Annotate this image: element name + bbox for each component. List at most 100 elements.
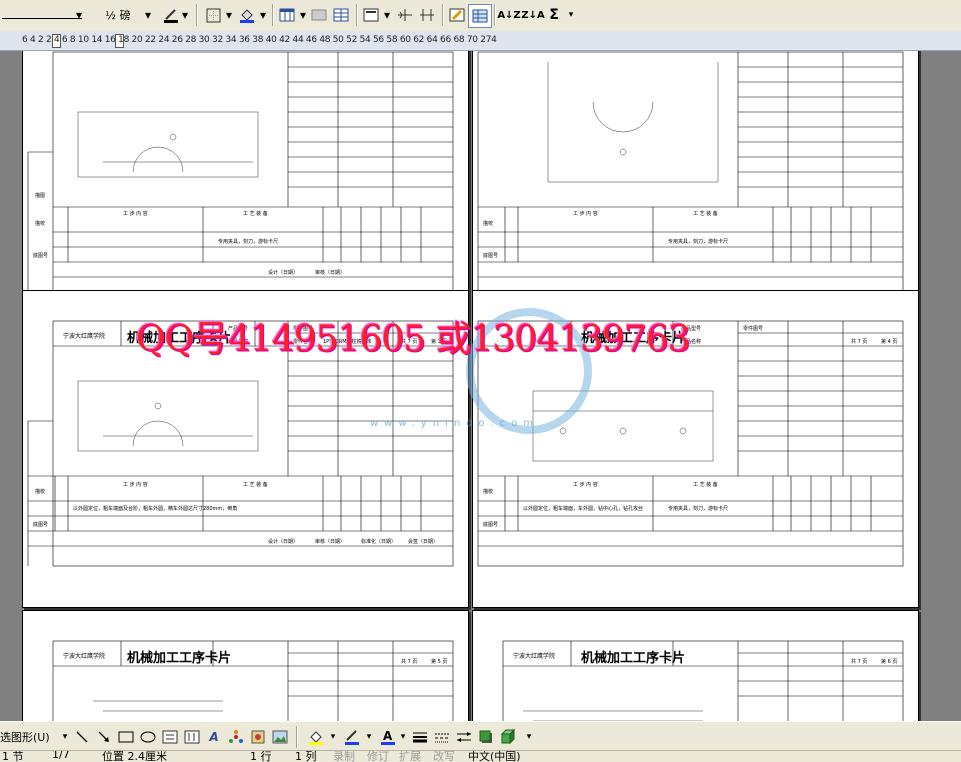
step-content-header: 工 步 内 容 bbox=[123, 482, 148, 488]
dash-style-icon[interactable] bbox=[432, 726, 452, 748]
chevron-down-icon[interactable]: ▾ bbox=[142, 4, 154, 26]
shadow-icon bbox=[479, 730, 492, 743]
bottom-no-label: 底图号 bbox=[483, 522, 499, 528]
svg-text:A: A bbox=[383, 729, 393, 743]
clip-art-icon[interactable] bbox=[248, 726, 268, 748]
pen-color-icon[interactable] bbox=[160, 4, 182, 26]
school-name: 宁波大红鹰学院 bbox=[513, 653, 556, 660]
toolbar-separator bbox=[296, 726, 298, 748]
wordart-icon[interactable]: A bbox=[204, 726, 224, 748]
chevron-down-icon[interactable]: ▾ bbox=[60, 726, 70, 748]
equipment-header: 工 艺 装 备 bbox=[243, 482, 268, 488]
show-gridlines-icon[interactable] bbox=[468, 4, 492, 28]
autoshapes-menu[interactable]: 选图形(U) bbox=[0, 726, 62, 748]
oval-tool-icon[interactable] bbox=[138, 726, 158, 748]
table-autoformat-icon[interactable] bbox=[446, 4, 468, 26]
diagram-icon[interactable] bbox=[226, 726, 246, 748]
merge-cells-icon[interactable] bbox=[308, 4, 330, 26]
columns-icon bbox=[420, 9, 434, 21]
tools-value: 专用夹具，刻刀，游标卡尺 bbox=[668, 239, 729, 245]
toolbar-options-icon[interactable]: ▾ bbox=[524, 726, 534, 748]
formatting-toolbar: ▾ ½ 磅 ▾ ▾ ▾ ▾ ▾ ▾ A↓Z Z↓A Σ ▾ bbox=[0, 0, 961, 32]
insert-picture-icon[interactable] bbox=[270, 726, 290, 748]
rectangle-tool-icon[interactable] bbox=[116, 726, 136, 748]
chevron-down-icon[interactable]: ▾ bbox=[398, 726, 408, 748]
school-name: 宁波大红鹰学院 bbox=[63, 333, 106, 340]
part-drawing-label: 零件图号 bbox=[743, 326, 764, 332]
chevron-down-icon[interactable]: ▾ bbox=[364, 726, 374, 748]
page-number: 第 6 页 bbox=[881, 659, 898, 665]
shadow-style-icon[interactable] bbox=[476, 726, 496, 748]
design-label: 设计（日期） bbox=[268, 270, 299, 276]
textbox-icon bbox=[162, 730, 178, 744]
horizontal-ruler[interactable]: 6 4 2 2 4 6 8 10 14 16 18 20 22 24 26 28… bbox=[0, 31, 961, 51]
sort-descending-icon[interactable]: Z↓A bbox=[521, 4, 544, 26]
toolbar-options-icon[interactable]: ▾ bbox=[566, 4, 576, 26]
line-color-icon[interactable] bbox=[340, 726, 364, 748]
status-language: 中文(中国) bbox=[468, 750, 521, 762]
toolbar-separator bbox=[442, 4, 444, 26]
split-cells-icon[interactable] bbox=[330, 4, 352, 26]
page-number: 第 4 页 bbox=[881, 339, 898, 345]
trace-check-label: 描校 bbox=[35, 489, 46, 495]
borders-icon[interactable] bbox=[202, 4, 224, 26]
status-extend[interactable]: 扩展 bbox=[399, 751, 421, 762]
page-5[interactable]: 宁波大红鹰学院 机械加工工序卡片 共 7 页 第 5 页 bbox=[22, 610, 469, 721]
toolbar-separator bbox=[356, 4, 358, 26]
text-box-icon[interactable] bbox=[160, 726, 180, 748]
insert-table-icon[interactable] bbox=[276, 4, 298, 26]
table-icon bbox=[279, 8, 295, 22]
autosum-icon[interactable]: Σ bbox=[544, 4, 564, 26]
chevron-down-icon[interactable]: ▾ bbox=[328, 726, 338, 748]
review-label: 审核（日期） bbox=[315, 270, 346, 276]
step-content-value: 以外圆定位，粗车端面，车外圆，钻中心孔，钻孔攻丝 bbox=[523, 506, 644, 512]
chevron-down-icon[interactable]: ▾ bbox=[298, 4, 308, 26]
distribute-columns-icon[interactable] bbox=[416, 4, 438, 26]
card-title: 机械加工工序卡片 bbox=[127, 651, 232, 666]
status-record[interactable]: 录制 bbox=[333, 751, 355, 762]
line-tool-icon[interactable] bbox=[72, 726, 92, 748]
cell-align-icon bbox=[363, 8, 379, 22]
bottom-no-label: 底图号 bbox=[33, 253, 49, 259]
dash-icon bbox=[435, 733, 449, 743]
card-title: 机械加工工序卡片 bbox=[581, 651, 686, 666]
countersign-label: 会签（日期） bbox=[408, 539, 439, 545]
cube-icon bbox=[500, 729, 516, 745]
status-column: 1 列 bbox=[295, 750, 317, 762]
chevron-down-icon[interactable]: ▾ bbox=[74, 4, 84, 26]
align-icon[interactable] bbox=[360, 4, 382, 26]
3d-style-icon[interactable] bbox=[498, 726, 518, 748]
trace-check-label: 描校 bbox=[35, 221, 46, 227]
chevron-down-icon[interactable]: ▾ bbox=[180, 4, 190, 26]
shading-color-icon[interactable] bbox=[236, 4, 258, 26]
status-track-changes[interactable]: 修订 bbox=[367, 751, 389, 762]
chevron-down-icon[interactable]: ▾ bbox=[382, 4, 392, 26]
review-label: 审核（日期） bbox=[315, 539, 346, 545]
arrows-icon bbox=[457, 732, 471, 742]
picture-icon bbox=[272, 730, 288, 744]
arrow-tool-icon[interactable] bbox=[94, 726, 114, 748]
status-overtype[interactable]: 改写 bbox=[433, 751, 455, 762]
line-style-icon[interactable] bbox=[410, 726, 430, 748]
page-6[interactable]: 宁波大红鹰学院 机械加工工序卡片 共 7 页 第 6 页 bbox=[472, 610, 919, 721]
chevron-down-icon[interactable]: ▾ bbox=[224, 4, 234, 26]
total-pages: 共 7 页 bbox=[851, 339, 868, 345]
chevron-down-icon[interactable]: ▾ bbox=[258, 4, 268, 26]
distribute-rows-icon[interactable] bbox=[394, 4, 416, 26]
tools-value: 专用夹具，刻刀，游标卡尺 bbox=[218, 239, 279, 245]
vertical-text-box-icon[interactable] bbox=[182, 726, 202, 748]
bottom-no-label: 底图号 bbox=[483, 253, 499, 259]
autoformat-icon bbox=[449, 8, 465, 22]
trace-check-label: 描校 bbox=[483, 489, 494, 495]
font-color-a-icon: A bbox=[381, 729, 395, 745]
arrow-style-icon[interactable] bbox=[454, 726, 474, 748]
line-weight-selector[interactable]: ½ 磅 bbox=[92, 4, 144, 26]
toolbar-separator bbox=[494, 4, 496, 26]
sort-ascending-icon[interactable]: A↓Z bbox=[497, 4, 520, 26]
font-color-icon[interactable]: A bbox=[376, 726, 400, 748]
total-pages: 共 7 页 bbox=[851, 659, 868, 665]
fill-color-icon[interactable] bbox=[304, 726, 328, 748]
tools-value: 专用夹具，刻刀，游标卡尺 bbox=[668, 506, 729, 512]
bottom-no-label: 底图号 bbox=[33, 522, 49, 528]
line-style-dropdown[interactable] bbox=[2, 8, 82, 19]
